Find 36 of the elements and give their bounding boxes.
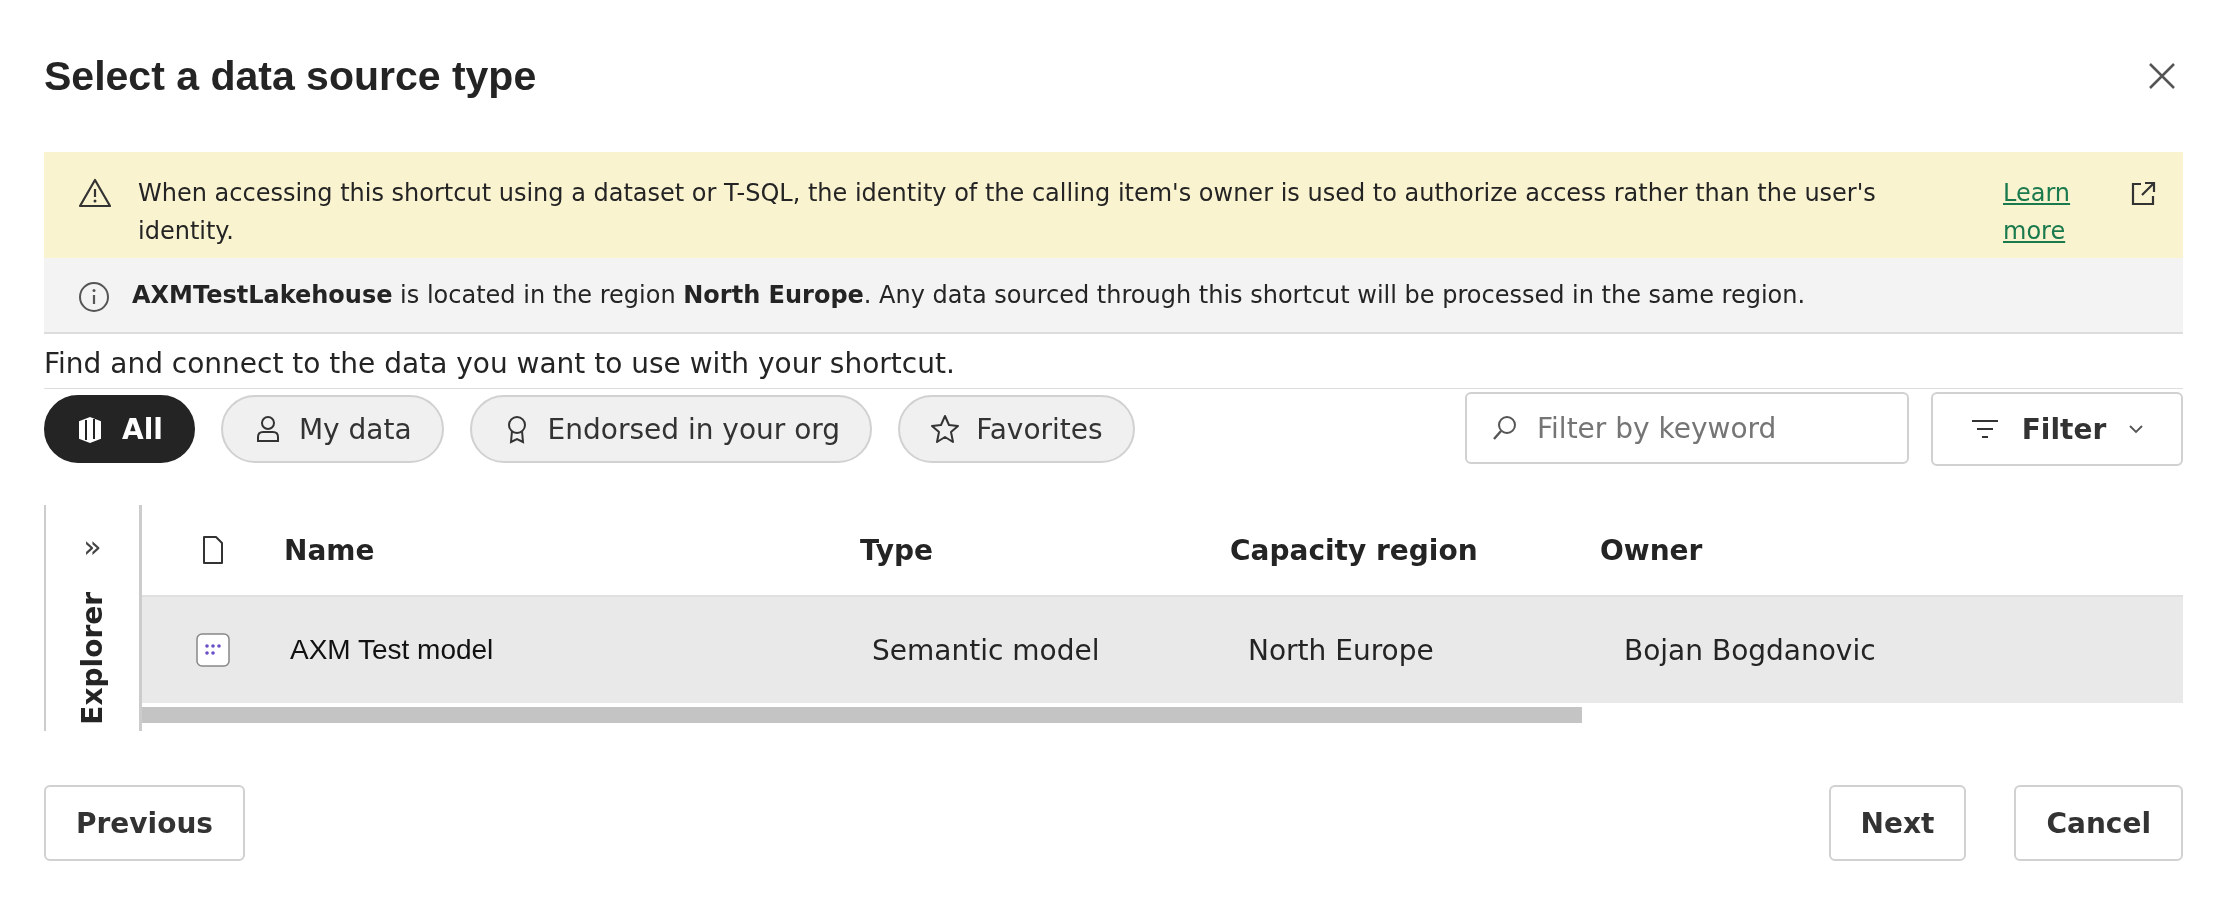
external-link-icon[interactable]: [2129, 180, 2157, 208]
filter-chip[interactable]: Favorites: [898, 395, 1135, 463]
warning-icon: [78, 178, 112, 208]
column-header[interactable]: Owner: [1600, 533, 2100, 567]
file-icon: [201, 535, 225, 565]
table-cell-text: AXM Test model: [289, 634, 495, 666]
table-cell-text: Semantic model: [871, 633, 1101, 667]
dialog-title: Select a data source type: [44, 52, 537, 100]
close-icon[interactable]: [2147, 61, 2177, 91]
learn-more-link[interactable]: Learn more: [2003, 174, 2083, 250]
table-row[interactable]: AXM Test model Semantic model North Europe Bojan Bogdanovic: [142, 595, 2183, 703]
horizontal-scrollbar[interactable]: [142, 707, 1582, 723]
expand-button[interactable]: »: [83, 529, 102, 564]
column-header[interactable]: Capacity region: [1230, 533, 1600, 567]
next-button[interactable]: Next: [1828, 785, 1967, 861]
filter-button[interactable]: Filter: [1931, 392, 2183, 466]
filter-chip[interactable]: Endorsed in your org: [469, 395, 873, 463]
info-text: AXMTestLakehouse is located in the region North Europe. Any data sourced through this shortcut will be processed in the same region.: [132, 281, 1806, 309]
column-header[interactable]: Name: [284, 533, 860, 567]
table-cell-text: North Europe: [1247, 633, 1435, 667]
search-field[interactable]: Filter by keyword: [1465, 392, 1909, 464]
previous-button[interactable]: Previous: [44, 785, 245, 861]
table-cell-text: Bojan Bogdanovic: [1623, 633, 1877, 667]
filter-icon: [1969, 417, 2000, 441]
explorer-label: Explorer: [75, 592, 110, 725]
cancel-button[interactable]: Cancel: [2014, 785, 2183, 861]
warning-text: When accessing this shortcut using a dataset or T-SQL, the identity of the calling item's owner is used to authorize access rather than the user's identity.: [138, 178, 1877, 247]
filter-chip[interactable]: All: [44, 395, 195, 463]
chevron-down-icon: [2128, 424, 2145, 434]
star-icon: [930, 414, 961, 444]
column-header[interactable]: Type: [860, 533, 1230, 567]
info-icon: [78, 281, 110, 313]
filter-chip[interactable]: My data: [220, 395, 444, 463]
search-icon: [1491, 414, 1519, 442]
description-text: Find and connect to the data you want to use with your shortcut.: [44, 346, 2183, 389]
model-icon: [196, 633, 230, 667]
